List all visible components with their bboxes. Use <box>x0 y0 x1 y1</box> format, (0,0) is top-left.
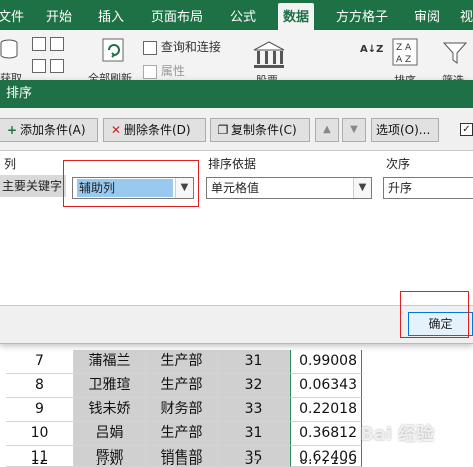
svg-text:A Z: A Z <box>396 55 411 65</box>
bank-icon <box>253 41 285 68</box>
properties-button[interactable]: 属性 <box>143 62 185 79</box>
tab-fangfang[interactable]: 方方格子 <box>336 6 388 25</box>
sort-on-header: 排序依据 <box>208 157 257 171</box>
recent-sources-icon <box>49 58 64 73</box>
cell-dept[interactable]: 生产部 <box>146 374 218 398</box>
primary-key-label: 主要关键字 <box>0 175 66 197</box>
filter-icon <box>442 42 468 64</box>
cell-no[interactable]: 9 <box>6 398 74 422</box>
sort-az-button[interactable]: A↓Z <box>360 44 383 55</box>
order-header: 次序 <box>386 157 411 171</box>
ok-button[interactable]: 确定 <box>408 312 473 336</box>
database-icon <box>0 39 18 59</box>
dialog-toolbar: + 添加条件(A) ✕ 删除条件(D) ❐ 复制条件(C) ▲ ▼ 选项(O)... … <box>0 118 473 144</box>
cell-age[interactable]: 32 <box>218 374 290 398</box>
sort-on-select-value: 单元格值 <box>211 181 260 195</box>
text-file-icon <box>32 36 46 51</box>
check-icon: ✓ <box>462 124 471 135</box>
cell-dept[interactable]: 生产部 <box>146 350 218 374</box>
cell-age[interactable]: 31 <box>218 422 290 446</box>
column-select-value: 辅助列 <box>77 179 173 197</box>
sort-button[interactable]: Z A A Z <box>392 38 418 69</box>
tab-file[interactable]: 文件 <box>0 6 24 25</box>
dialog-title: 排序 <box>0 80 473 108</box>
delete-x-icon: ✕ <box>110 123 122 137</box>
tab-insert[interactable]: 插入 <box>98 6 124 25</box>
ribbon: 文件 开始 插入 页面布局 公式 数据 方方格子 审阅 视 获取 全部刷新 查询… <box>0 0 473 87</box>
column-header: 列 <box>4 157 17 171</box>
stocks-button[interactable] <box>252 40 286 73</box>
cell-dept[interactable]: 销售部 <box>146 460 218 467</box>
column-select[interactable]: 辅助列 ▼ <box>72 177 194 199</box>
add-level-button[interactable]: + 添加条件(A) <box>0 118 98 142</box>
sort-az-icon: A↓Z <box>360 44 384 55</box>
delete-level-button[interactable]: ✕ 删除条件(D) <box>103 118 206 142</box>
cell-value[interactable]: 0.77133 <box>290 460 362 467</box>
ribbon-tab-bar: 文件 开始 插入 页面布局 公式 数据 方方格子 审阅 视 <box>0 0 473 30</box>
move-up-button[interactable]: ▲ <box>315 118 339 142</box>
table-icon <box>32 58 46 73</box>
plus-icon: + <box>6 123 18 137</box>
cell-value[interactable]: 0.99008 <box>290 350 362 374</box>
cell-no[interactable]: 8 <box>6 374 74 398</box>
tab-formulas[interactable]: 公式 <box>230 6 256 25</box>
order-select-value: 升序 <box>388 181 413 195</box>
sort-on-select[interactable]: 单元格值 ▼ <box>206 177 372 199</box>
sort-icon: Z A A Z <box>392 38 418 66</box>
cell-name[interactable]: 蒲福兰 <box>74 350 146 374</box>
watermark: Bai 经验 <box>360 424 435 445</box>
tab-home[interactable]: 开始 <box>46 6 72 25</box>
properties-icon <box>143 64 157 79</box>
cell-no[interactable]: 7 <box>6 350 74 374</box>
tab-data[interactable]: 数据 <box>278 3 315 30</box>
add-level-label: 添加条件(A) <box>20 123 86 137</box>
copy-level-button[interactable]: ❐ 复制条件(C) <box>210 118 310 142</box>
cell-value[interactable]: 0.22018 <box>290 398 362 422</box>
cell-value[interactable]: 0.06343 <box>290 374 362 398</box>
properties-label: 属性 <box>160 64 185 78</box>
copy-level-label: 复制条件(C) <box>231 123 297 137</box>
refresh-all-button[interactable] <box>100 36 128 67</box>
filter-button[interactable] <box>442 40 468 69</box>
header-checkbox[interactable]: ✓ <box>460 123 473 136</box>
cell-age[interactable]: 37 <box>218 460 290 467</box>
web-icon <box>49 36 64 51</box>
cell-dept[interactable]: 财务部 <box>146 398 218 422</box>
cell-no[interactable]: 12 <box>6 460 74 467</box>
copy-icon: ❐ <box>217 123 229 137</box>
cell-dept[interactable]: 生产部 <box>146 422 218 446</box>
cell-name[interactable]: 孙娇 <box>74 460 146 467</box>
tab-page-layout[interactable]: 页面布局 <box>151 6 203 25</box>
cell-age[interactable]: 33 <box>218 398 290 422</box>
svg-text:Z A: Z A <box>396 43 412 53</box>
chevron-down-icon: ▼ <box>350 124 358 135</box>
sort-levels-list: 列 排序依据 次序 主要关键字 辅助列 ▼ 单元格值 ▼ 升序 <box>0 150 473 306</box>
refresh-icon <box>102 38 124 62</box>
queries-icon <box>143 40 157 55</box>
move-down-button[interactable]: ▼ <box>342 118 366 142</box>
cell-name[interactable]: 卫雅瑄 <box>74 374 146 398</box>
queries-connections-button[interactable]: 查询和连接 <box>143 38 221 55</box>
options-button[interactable]: 选项(O)... <box>371 118 439 142</box>
chevron-up-icon: ▲ <box>323 124 331 135</box>
get-data-group[interactable] <box>0 38 18 63</box>
data-source-icons-row2[interactable] <box>32 58 64 73</box>
cell-name[interactable]: 钱未娇 <box>74 398 146 422</box>
delete-level-label: 删除条件(D) <box>124 123 191 137</box>
order-select[interactable]: 升序 <box>383 177 473 199</box>
chevron-down-icon: ▼ <box>353 178 371 198</box>
data-source-icons[interactable] <box>32 36 64 51</box>
tab-review[interactable]: 审阅 <box>414 6 440 25</box>
cell-name[interactable]: 吕娟 <box>74 422 146 446</box>
queries-connections-label: 查询和连接 <box>160 40 221 54</box>
cell-no[interactable]: 10 <box>6 422 74 446</box>
cell-value[interactable]: 0.36812 <box>290 422 362 446</box>
spreadsheet-grid[interactable]: 7 蒲福兰 生产部 31 0.99008 8 卫雅瑄 生产部 32 0.0634… <box>0 344 473 467</box>
sort-dialog: 排序 + 添加条件(A) ✕ 删除条件(D) ❐ 复制条件(C) ▲ ▼ 选项(O).… <box>0 80 473 344</box>
cell-age[interactable]: 31 <box>218 350 290 374</box>
chevron-down-icon: ▼ <box>175 178 193 198</box>
tab-view[interactable]: 视 <box>460 6 473 25</box>
